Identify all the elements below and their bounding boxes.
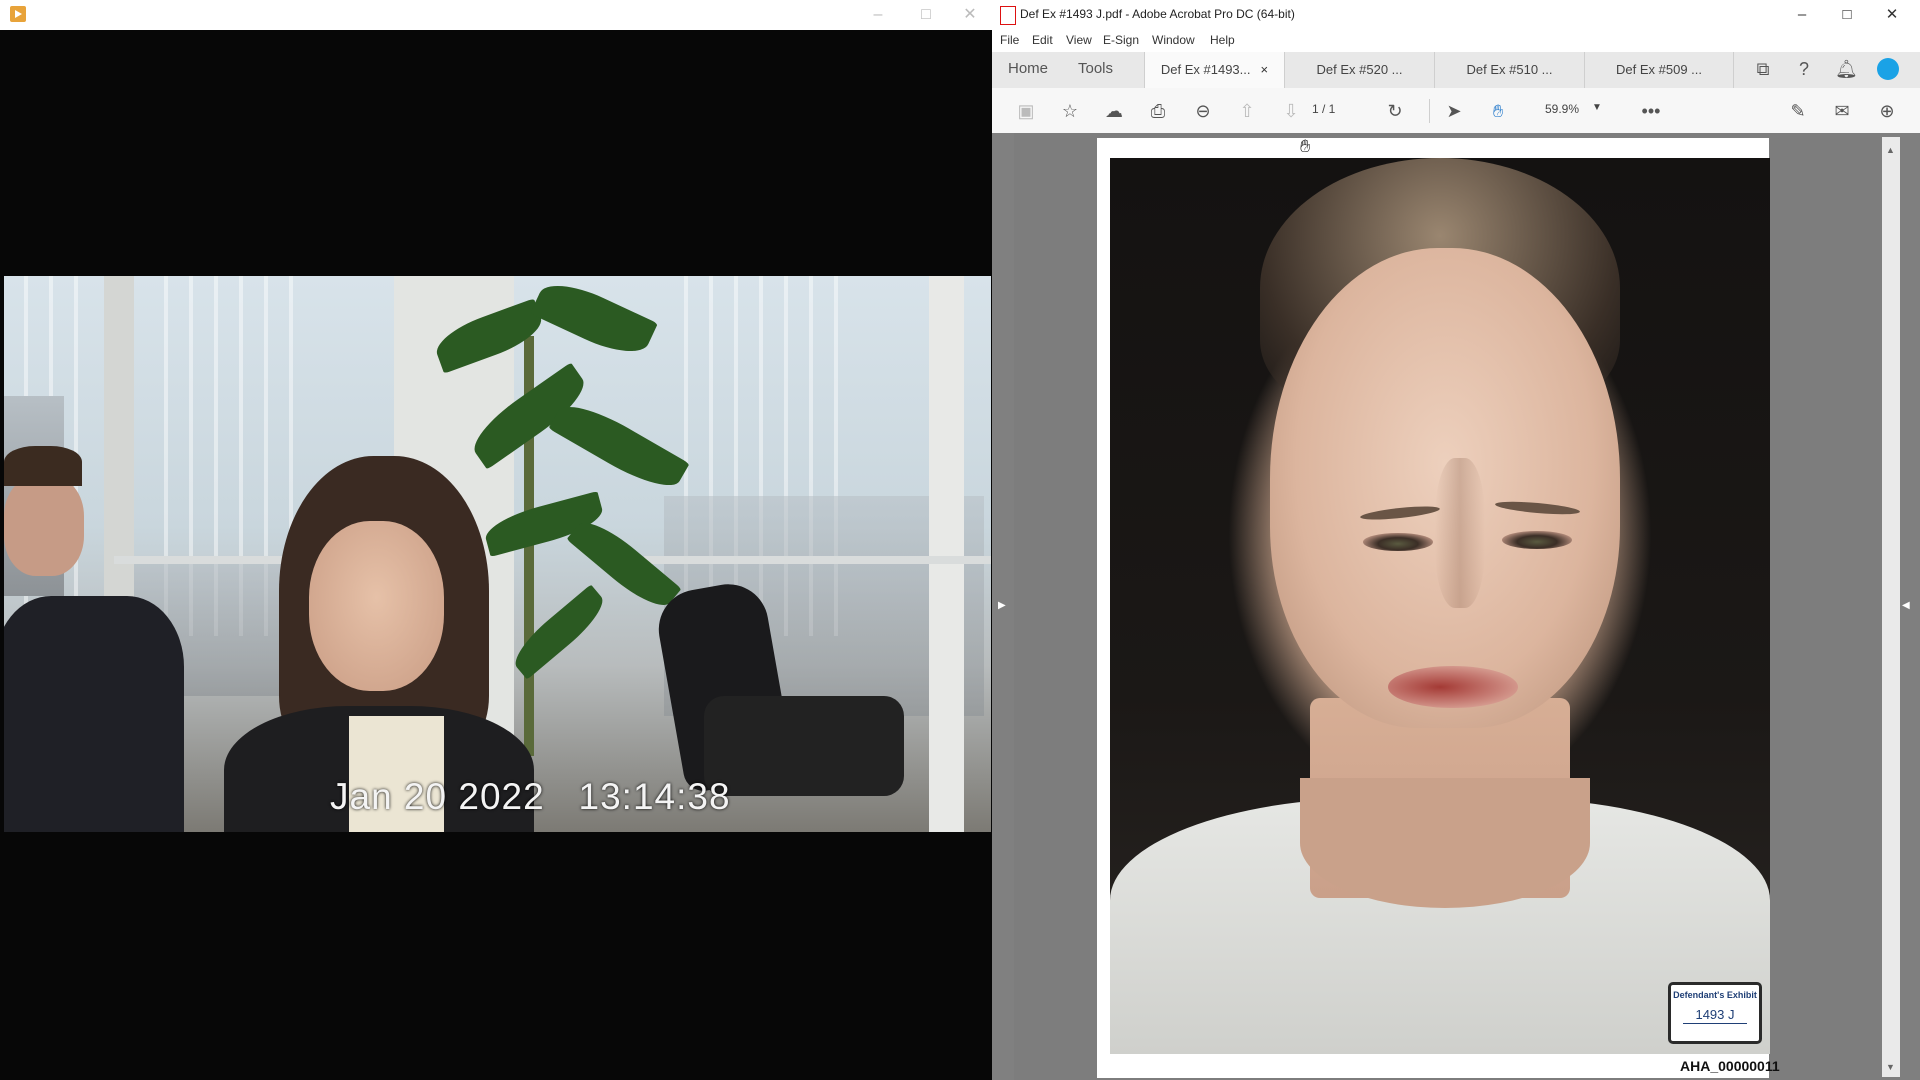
expand-left-panel-icon[interactable]: ▶ bbox=[998, 600, 1006, 611]
zoom-level[interactable]: 59.9% bbox=[1545, 102, 1579, 116]
bates-number: AHA_00000011 bbox=[1680, 1058, 1780, 1074]
exhibit-photo bbox=[1110, 158, 1770, 1054]
tab-label: Def Ex #510 ... bbox=[1466, 62, 1553, 77]
tab-tools[interactable]: Tools bbox=[1078, 60, 1113, 77]
user-avatar[interactable] bbox=[1877, 58, 1899, 80]
tab-close-icon[interactable]: × bbox=[1261, 62, 1269, 77]
tab-def-ex-510[interactable]: Def Ex #510 ... bbox=[1434, 52, 1584, 88]
page-up-icon[interactable]: ⇧ bbox=[1236, 100, 1258, 122]
help-icon[interactable]: ? bbox=[1793, 58, 1815, 80]
share-user-icon[interactable]: ⊕ bbox=[1876, 100, 1898, 122]
tab-label: Def Ex #509 ... bbox=[1616, 62, 1702, 77]
menu-file[interactable]: File bbox=[1000, 33, 1019, 47]
video-maximize-button[interactable]: □ bbox=[914, 4, 938, 26]
scroll-down-icon[interactable]: ▼ bbox=[1886, 1062, 1895, 1072]
zoom-out-icon[interactable]: ⊖ bbox=[1192, 100, 1214, 122]
vertical-scrollbar[interactable] bbox=[1882, 137, 1900, 1077]
tab-label: Def Ex #1493... bbox=[1160, 62, 1251, 77]
exhibit-sticker-rule bbox=[1683, 1023, 1747, 1024]
video-titlebar: – □ ✕ bbox=[0, 0, 992, 30]
select-arrow-icon[interactable]: ➤ bbox=[1443, 100, 1465, 122]
video-timestamp: Jan 20 2022 13:14:38 bbox=[330, 776, 731, 817]
print-icon[interactable]: ⎙ bbox=[1147, 100, 1169, 122]
tab-def-ex-520[interactable]: Def Ex #520 ... bbox=[1284, 52, 1434, 88]
menu-view[interactable]: View bbox=[1066, 33, 1092, 47]
tab-def-ex-1493[interactable]: Def Ex #1493... × bbox=[1144, 52, 1284, 88]
video-close-button[interactable]: ✕ bbox=[958, 4, 982, 26]
screen-share-icon[interactable]: ⧉ bbox=[1752, 58, 1774, 80]
acrobat-maximize-button[interactable]: □ bbox=[1832, 3, 1862, 27]
hand-tool-icon[interactable]: ✋︎ bbox=[1487, 100, 1509, 122]
rotate-icon[interactable]: ↻ bbox=[1384, 100, 1406, 122]
tab-home[interactable]: Home bbox=[1008, 60, 1048, 77]
exhibit-sticker-label: Defendant's Exhibit bbox=[1673, 990, 1757, 1000]
notification-bell-icon[interactable]: 🔔︎ bbox=[1835, 58, 1858, 80]
page-down-icon[interactable]: ⇩ bbox=[1280, 100, 1302, 122]
acrobat-window: Def Ex #1493 J.pdf - Adobe Acrobat Pro D… bbox=[992, 0, 1920, 1080]
more-icon[interactable]: ••• bbox=[1640, 100, 1662, 122]
scroll-up-icon[interactable]: ▲ bbox=[1886, 145, 1895, 155]
media-player-icon bbox=[10, 6, 26, 22]
save-icon[interactable]: ▣ bbox=[1015, 100, 1037, 122]
acrobat-minimize-button[interactable]: – bbox=[1787, 3, 1817, 27]
page-indicator[interactable]: 1 / 1 bbox=[1312, 102, 1335, 116]
menu-esign[interactable]: E-Sign bbox=[1103, 33, 1139, 47]
menu-window[interactable]: Window bbox=[1152, 33, 1195, 47]
upload-icon[interactable]: ☁ bbox=[1103, 100, 1125, 122]
toolbar-divider bbox=[1429, 99, 1430, 123]
window-title: Def Ex #1493 J.pdf - Adobe Acrobat Pro D… bbox=[1020, 7, 1295, 21]
video-player-window: – □ ✕ Jan 20 2022 13:14:38 bbox=[0, 0, 992, 1080]
email-icon[interactable]: ✉ bbox=[1831, 100, 1853, 122]
hand-cursor-icon: ✋︎ bbox=[1300, 136, 1311, 156]
menu-edit[interactable]: Edit bbox=[1032, 33, 1053, 47]
acrobat-close-button[interactable]: ✕ bbox=[1877, 3, 1907, 27]
video-minimize-button[interactable]: – bbox=[866, 4, 890, 26]
sign-icon[interactable]: ✎ bbox=[1787, 100, 1809, 122]
zoom-dropdown-icon[interactable]: ▼ bbox=[1592, 102, 1602, 113]
acrobat-titlebar: Def Ex #1493 J.pdf - Adobe Acrobat Pro D… bbox=[992, 0, 1920, 30]
tab-def-ex-509[interactable]: Def Ex #509 ... bbox=[1584, 52, 1734, 88]
pdf-file-icon bbox=[1000, 6, 1016, 25]
expand-right-panel-icon[interactable]: ◀ bbox=[1902, 600, 1910, 611]
star-icon[interactable]: ☆ bbox=[1059, 100, 1081, 122]
exhibit-sticker: Defendant's Exhibit 1493 J bbox=[1668, 982, 1762, 1044]
exhibit-number: 1493 J bbox=[1695, 1007, 1735, 1022]
menu-help[interactable]: Help bbox=[1210, 33, 1235, 47]
tab-label: Def Ex #520 ... bbox=[1316, 62, 1403, 77]
video-frame[interactable]: Jan 20 2022 13:14:38 bbox=[4, 276, 991, 832]
